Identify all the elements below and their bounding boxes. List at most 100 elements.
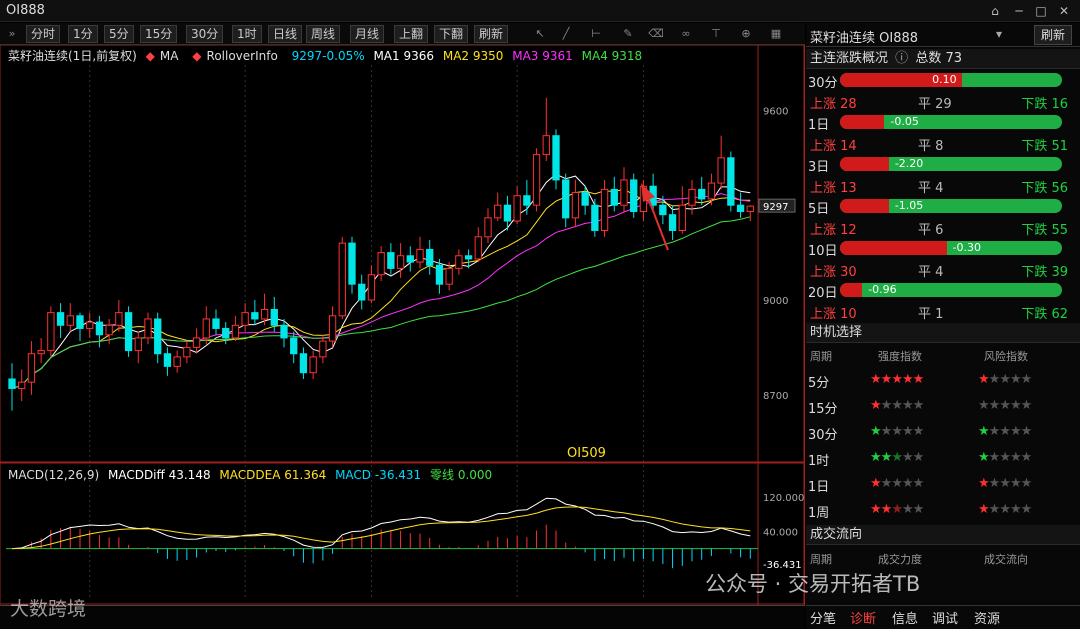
flow-col-force: 成交力度 [878,553,922,566]
right-panel-title: 菜籽油连续 OI888 [810,31,919,46]
tab-30min[interactable]: 30分 [186,25,224,43]
legend-ma2: MA2 9350 [442,49,504,63]
tab-debug[interactable]: 调试 [932,608,958,627]
strength-stars: ★★★★★ [870,372,924,387]
chart-panel[interactable]: 9600 9297 9000 8700 OI509 120.000 40.000 -36.43… [0,45,805,605]
minimize-icon[interactable]: ─ [1008,2,1030,20]
price-pane-frame [0,45,805,463]
legend-ma1: MA1 9366 [373,49,435,63]
tab-diagnosis[interactable]: 诊断 [850,608,876,627]
star-icon: ★ [870,424,882,439]
ratio-bar-red [840,199,889,213]
overview-title: 主连涨跌概况 [810,51,889,66]
fall-count: 下跌 56 [1021,181,1068,196]
candle-body [668,214,677,231]
candle-body [620,179,628,206]
help-icon[interactable]: ⓘ [895,51,908,66]
candle-body [134,337,142,352]
legend-price: 9297-0.05% [291,49,365,63]
candle-body [591,204,599,231]
flat-count: 平 4 [918,181,944,196]
star-icon: ★ [870,398,882,413]
macd-zero: 零线 0.000 [430,468,493,482]
macd-axis-label: 40.000 [763,527,798,538]
risk-stars: ★★★★★ [978,476,1032,491]
right-refresh-button[interactable]: 刷新 [1033,25,1072,45]
candle-body [426,248,434,266]
fall-count: 下跌 39 [1021,265,1068,280]
page-down-button[interactable]: 下翻 [434,25,469,43]
pen-icon[interactable]: ✎ [620,26,636,42]
legend-rollover[interactable]: ◆ RolloverInfo [192,49,283,63]
grid-icon[interactable]: ▦ [768,26,784,42]
macd-legend: MACD(12,26,9) MACDDiff 43.148 MACDDEA 61… [8,466,497,483]
star-icon: ★ [912,424,925,439]
candle-body [494,204,502,219]
tab-info[interactable]: 信息 [892,608,918,627]
ratio-bar: -0.05 [840,115,1062,129]
candle-body [727,157,735,206]
star-icon: ★ [870,502,882,517]
close-icon[interactable]: ✕ [1053,2,1075,20]
line-tool-icon[interactable]: ╱ [558,26,574,42]
timing-period-label: 1日 [808,480,830,495]
star-icon: ★ [891,372,903,387]
timing-period-label: 1周 [808,506,830,521]
timing-period-label: 15分 [808,402,838,417]
ma3-line [11,193,751,389]
eraser-icon[interactable]: ⌫ [648,26,664,42]
page-up-button[interactable]: 上翻 [394,25,429,43]
candle-body [86,321,94,329]
tab-intraday[interactable]: 分时 [26,25,61,43]
timing-col-period: 周期 [810,350,832,363]
star-icon: ★ [978,398,990,413]
tab-15min[interactable]: 15分 [140,25,178,43]
timing-period-label: 30分 [808,428,838,443]
strength-stars: ★★★★★ [870,450,925,465]
candle-body [212,318,220,329]
star-icon: ★ [870,372,882,387]
star-icon: ★ [901,502,914,517]
maximize-icon[interactable]: □ [1030,2,1052,20]
ruler-icon[interactable]: ⊢ [588,26,604,42]
risk-stars: ★★★★★ [978,372,1032,387]
star-icon: ★ [901,450,914,465]
star-icon: ★ [999,502,1011,517]
tab-1hour[interactable]: 1时 [232,25,262,43]
legend-ma[interactable]: ◆ MA [146,49,184,63]
legend-ma3: MA3 9361 [512,49,573,63]
star-icon: ★ [901,424,914,439]
ratio-value: -1.05 [894,199,924,212]
tab-monthly[interactable]: 月线 [350,25,385,43]
kline-chart[interactable]: 9600929790008700OI509120.00040.000-36.43… [0,45,805,605]
tab-resources[interactable]: 资源 [974,608,1000,627]
candle-body [154,318,162,355]
text-tool-icon[interactable]: ⊤ [708,26,724,42]
restore-icon[interactable]: ⌂ [984,2,1006,20]
macd-diff: MACDDiff 43.148 [107,468,211,482]
macd-dea: MACDDEA 61.364 [219,468,327,482]
period-label: 1日 [808,118,830,133]
tab-5min[interactable]: 5分 [104,25,134,43]
tab-1min[interactable]: 1分 [68,25,98,43]
star-icon: ★ [912,450,925,465]
bottom-tabs: 分笔 诊断 信息 调试 资源 [806,605,1080,629]
link-icon[interactable]: ∞ [678,26,694,42]
tab-ticks[interactable]: 分笔 [810,608,836,627]
refresh-button[interactable]: 刷新 [474,25,509,43]
candle-body [66,315,74,326]
flow-col-direction: 成交流向 [984,553,1028,566]
expand-icon[interactable]: » [4,26,20,42]
candle-body [523,195,531,206]
tab-daily[interactable]: 日线 [268,25,303,43]
right-panel: 菜籽油连续 OI888 ▾ 刷新 主连涨跌概况 ⓘ 总数 73 30分 0.10 1… [806,23,1080,629]
ma4-line [11,216,751,389]
chevron-down-icon[interactable]: ▾ [996,27,1002,41]
ratio-bar: 0.10 [840,73,1062,87]
candle-body [377,252,385,276]
tab-weekly[interactable]: 周线 [306,25,341,43]
cursor-icon[interactable]: ↖ [532,26,548,42]
star-icon: ★ [999,398,1011,413]
zoom-icon[interactable]: ⊕ [738,26,754,42]
star-icon: ★ [999,450,1011,465]
